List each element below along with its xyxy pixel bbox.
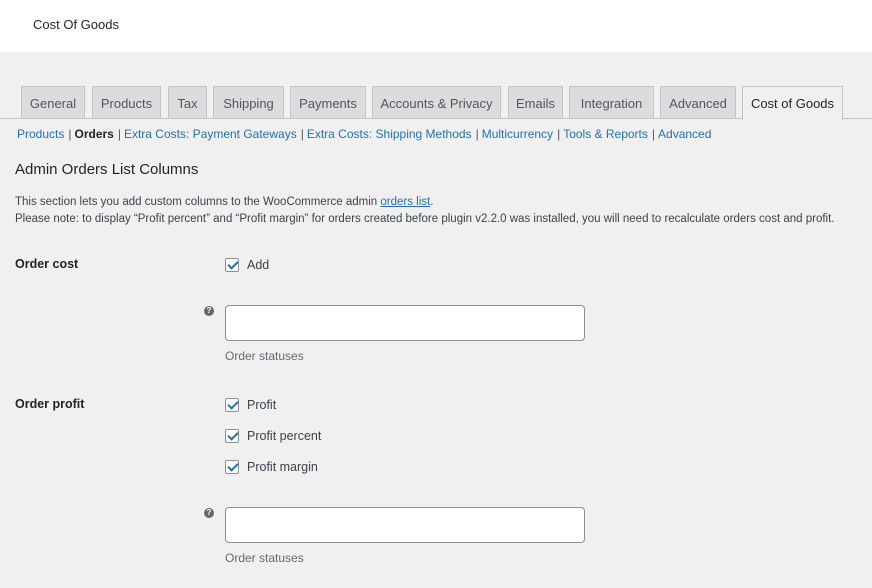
checkbox-label: Profit margin <box>247 460 318 474</box>
subnav-multicurrency[interactable]: Multicurrency <box>482 127 553 141</box>
checkbox-label: Profit <box>247 398 277 412</box>
orders-list-link[interactable]: orders list <box>380 196 430 208</box>
subnav-advanced[interactable]: Advanced <box>658 127 711 141</box>
settings-tabs: General Products Tax Shipping Payments A… <box>0 86 872 120</box>
tab-products[interactable]: Products <box>92 86 161 119</box>
subnav-separator: | <box>117 127 121 141</box>
order-cost-add-checkbox[interactable]: Add <box>225 258 269 272</box>
subsection-nav: Products | Orders | Extra Costs: Payment Gat… <box>17 127 711 141</box>
subnav-separator: | <box>300 127 304 141</box>
tab-payments[interactable]: Payments <box>290 86 366 119</box>
subnav-extra-costs-payment-gateways[interactable]: Extra Costs: Payment Gateways <box>124 127 297 141</box>
help-tip-icon[interactable]: ? <box>204 508 214 518</box>
checkbox-checked-icon[interactable] <box>225 398 239 412</box>
subnav-products[interactable]: Products <box>17 127 64 141</box>
order-cost-label: Order cost <box>15 257 79 271</box>
description-note: Please note: to display “Profit percent”… <box>15 213 835 225</box>
description-line: This section lets you add custom columns… <box>15 194 865 211</box>
tab-shipping[interactable]: Shipping <box>213 86 284 119</box>
tab-integration[interactable]: Integration <box>569 86 654 119</box>
order-profit-label: Order profit <box>15 397 85 411</box>
order-profit-checkbox[interactable]: Profit <box>225 398 276 412</box>
subnav-separator: | <box>68 127 72 141</box>
checkbox-label: Add <box>247 258 270 272</box>
checkbox-checked-icon[interactable] <box>225 258 239 272</box>
page-header-title: Cost Of Goods <box>33 17 119 32</box>
tab-advanced[interactable]: Advanced <box>660 86 736 119</box>
help-tip-icon[interactable]: ? <box>204 306 214 316</box>
order-profit-percent-checkbox[interactable]: Profit percent <box>225 429 321 443</box>
order-profit-statuses-select[interactable] <box>225 507 585 543</box>
tab-general[interactable]: General <box>21 86 85 119</box>
checkbox-checked-icon[interactable] <box>225 460 239 474</box>
description-text: This section lets you add custom columns… <box>15 196 381 208</box>
order-profit-margin-checkbox[interactable]: Profit margin <box>225 460 318 474</box>
order-cost-statuses-description: Order statuses <box>225 349 304 363</box>
subnav-separator: | <box>475 127 479 141</box>
description-period: . <box>430 196 434 208</box>
checkbox-label: Profit percent <box>247 429 322 443</box>
subnav-extra-costs-shipping-methods[interactable]: Extra Costs: Shipping Methods <box>307 127 472 141</box>
subnav-separator: | <box>557 127 561 141</box>
section-description: This section lets you add custom columns… <box>15 194 865 228</box>
subnav-orders-current: Orders <box>74 127 114 141</box>
order-cost-statuses-select[interactable] <box>225 305 585 341</box>
top-header: Cost Of Goods <box>0 0 872 52</box>
tab-emails[interactable]: Emails <box>508 86 563 119</box>
section-title: Admin Orders List Columns <box>15 161 199 178</box>
tab-tax[interactable]: Tax <box>168 86 207 119</box>
tab-cost-of-goods[interactable]: Cost of Goods <box>742 86 843 120</box>
checkbox-checked-icon[interactable] <box>225 429 239 443</box>
tab-accounts-privacy[interactable]: Accounts & Privacy <box>372 86 501 119</box>
subnav-separator: | <box>651 127 656 141</box>
order-profit-statuses-description: Order statuses <box>225 551 304 565</box>
subnav-tools-reports[interactable]: Tools & Reports <box>563 127 648 141</box>
